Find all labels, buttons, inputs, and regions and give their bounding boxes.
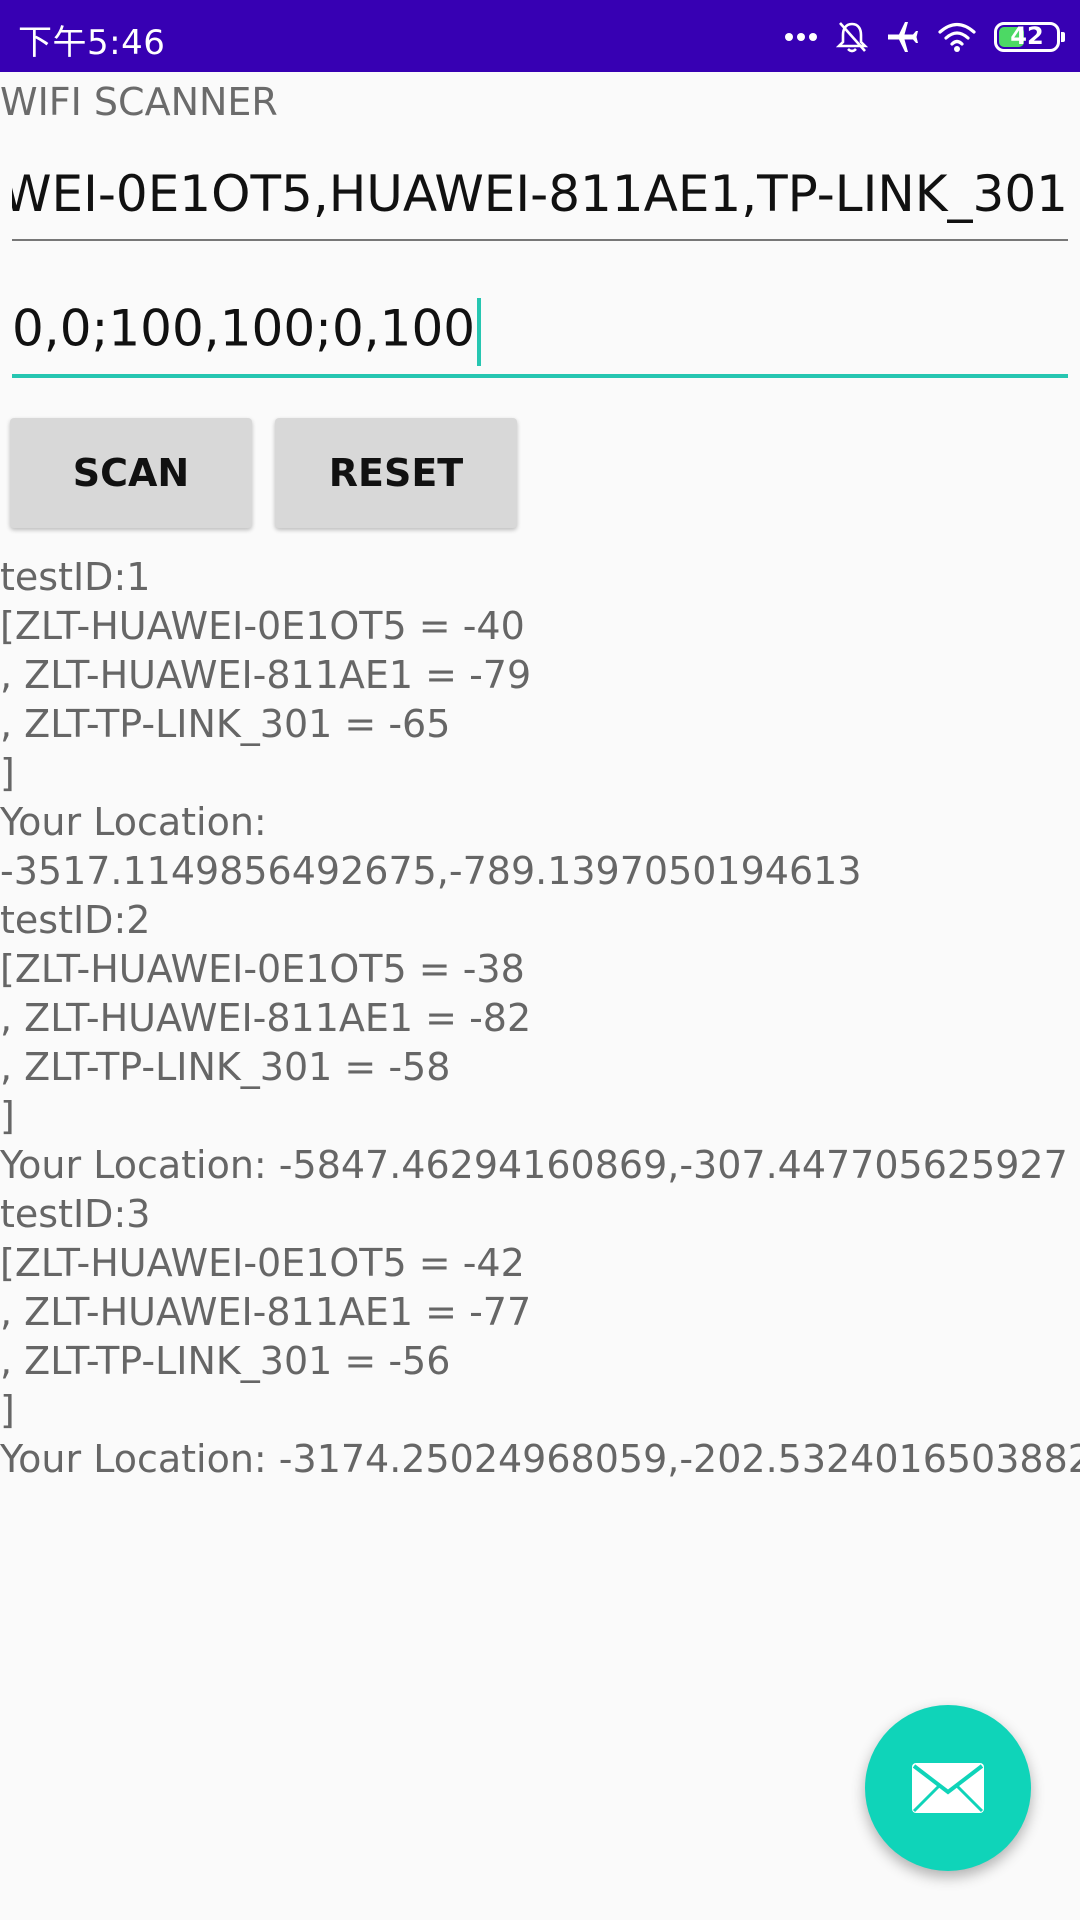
- result-line: testID:1: [0, 555, 151, 599]
- result-line: [ZLT-HUAWEI-0E1OT5 = -38: [0, 947, 525, 991]
- result-line: , ZLT-HUAWEI-811AE1 = -77: [0, 1290, 532, 1334]
- result-line: , ZLT-HUAWEI-811AE1 = -79: [0, 653, 532, 697]
- bell-muted-icon: [836, 22, 868, 53]
- result-line: Your Location: -3174.25024968059,-202.53…: [0, 1437, 1080, 1481]
- result-line: , ZLT-TP-LINK_301 = -56: [0, 1339, 451, 1383]
- mail-icon: [912, 1763, 984, 1813]
- text-caret: [477, 298, 482, 366]
- result-line: [ZLT-HUAWEI-0E1OT5 = -40: [0, 604, 525, 648]
- result-line: [ZLT-HUAWEI-0E1OT5 = -42: [0, 1241, 525, 1285]
- status-bar: 下午5:46 42: [0, 0, 1080, 72]
- scan-button[interactable]: SCAN: [10, 418, 252, 528]
- ssid-list-input[interactable]: ZLT-HUAWEI-0E1OT5,HUAWEI-811AE1,TP-LINK_…: [12, 165, 1068, 241]
- airplane-icon: [888, 22, 918, 52]
- result-line: , ZLT-HUAWEI-811AE1 = -82: [0, 996, 532, 1040]
- result-line: , ZLT-TP-LINK_301 = -65: [0, 702, 451, 746]
- ssid-list-value: ZLT-HUAWEI-0E1OT5,HUAWEI-811AE1,TP-LINK_…: [12, 165, 1068, 223]
- result-line: Your Location: -5847.46294160869,-307.44…: [0, 1143, 1068, 1187]
- status-time: 下午5:46: [18, 23, 166, 63]
- more-dots-icon: [785, 33, 817, 41]
- result-line: testID:2: [0, 898, 151, 942]
- result-line: Your Location:: [0, 800, 267, 844]
- mail-fab-button[interactable]: [865, 1705, 1031, 1871]
- coordinates-input[interactable]: 0,0;100,100;0,100: [12, 298, 1068, 378]
- status-icons: 42: [784, 18, 1065, 56]
- result-line: ]: [0, 751, 15, 795]
- result-line: testID:3: [0, 1192, 151, 1236]
- battery-level: 42: [1010, 22, 1044, 50]
- scan-results: testID:1 [ZLT-HUAWEI-0E1OT5 = -40 , ZLT-…: [0, 553, 1080, 1484]
- result-line: ]: [0, 1388, 15, 1432]
- battery-tip: [1061, 32, 1065, 42]
- reset-button[interactable]: RESET: [275, 418, 517, 528]
- app-title: WIFI SCANNER: [0, 80, 278, 124]
- coordinates-value: 0,0;100,100;0,100: [12, 299, 476, 358]
- result-line: ]: [0, 1094, 15, 1138]
- result-line: -3517.1149856492675,-789.1397050194613: [0, 849, 862, 893]
- wifi-icon: [938, 22, 976, 52]
- result-line: , ZLT-TP-LINK_301 = -58: [0, 1045, 451, 1089]
- battery-icon: 42: [994, 22, 1065, 52]
